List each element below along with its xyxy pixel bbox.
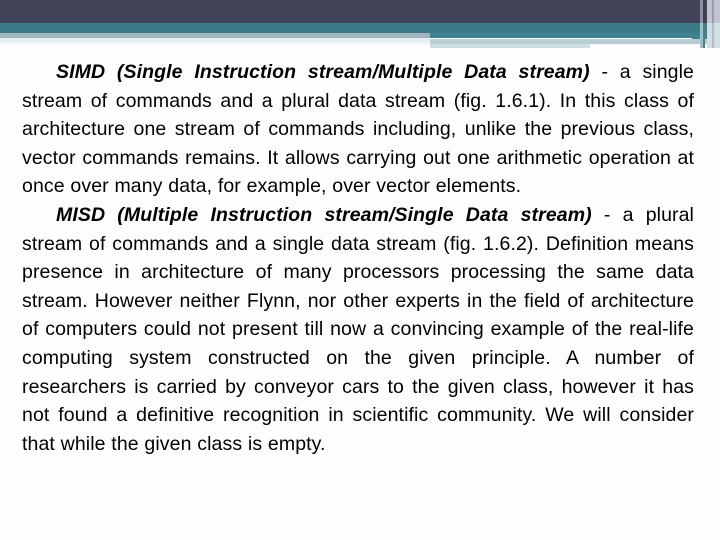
- paragraph-misd-body: - a plural stream of commands and a sing…: [22, 203, 694, 455]
- edge-stripe-3: [707, 0, 720, 48]
- header-band-wash: [0, 38, 720, 42]
- header-band-navy: [0, 0, 720, 23]
- edge-stripe-lower-3: [707, 23, 720, 48]
- slide-body: SIMD (Single Instruction stream/Multiple…: [22, 58, 694, 458]
- header-band-wash-secondary: [0, 42, 720, 45]
- edge-stripe-lower-4: [712, 23, 714, 48]
- edge-stripe-lower-2: [703, 23, 705, 48]
- paragraph-simd: SIMD (Single Instruction stream/Multiple…: [22, 58, 694, 201]
- header-band-steel: [0, 33, 720, 38]
- slide-canvas: SIMD (Single Instruction stream/Multiple…: [0, 0, 720, 540]
- header-accent-bar-pale: [430, 39, 720, 44]
- edge-stripe-lower-1: [700, 23, 703, 48]
- paragraph-misd: MISD (Multiple Instruction stream/Single…: [22, 201, 694, 458]
- paragraph-misd-heading: MISD (Multiple Instruction stream/Single…: [56, 203, 592, 226]
- edge-stripe-4: [712, 0, 714, 48]
- edge-stripe-1: [700, 0, 703, 48]
- paragraph-simd-heading: SIMD (Single Instruction stream/Multiple…: [56, 61, 590, 83]
- header-band-teal: [0, 23, 720, 33]
- header-accent-bar-pale-short: [430, 44, 590, 48]
- header-accent-hairline: [430, 38, 692, 39]
- header-accent-bar-teal: [430, 33, 720, 39]
- edge-stripe-2: [703, 0, 705, 48]
